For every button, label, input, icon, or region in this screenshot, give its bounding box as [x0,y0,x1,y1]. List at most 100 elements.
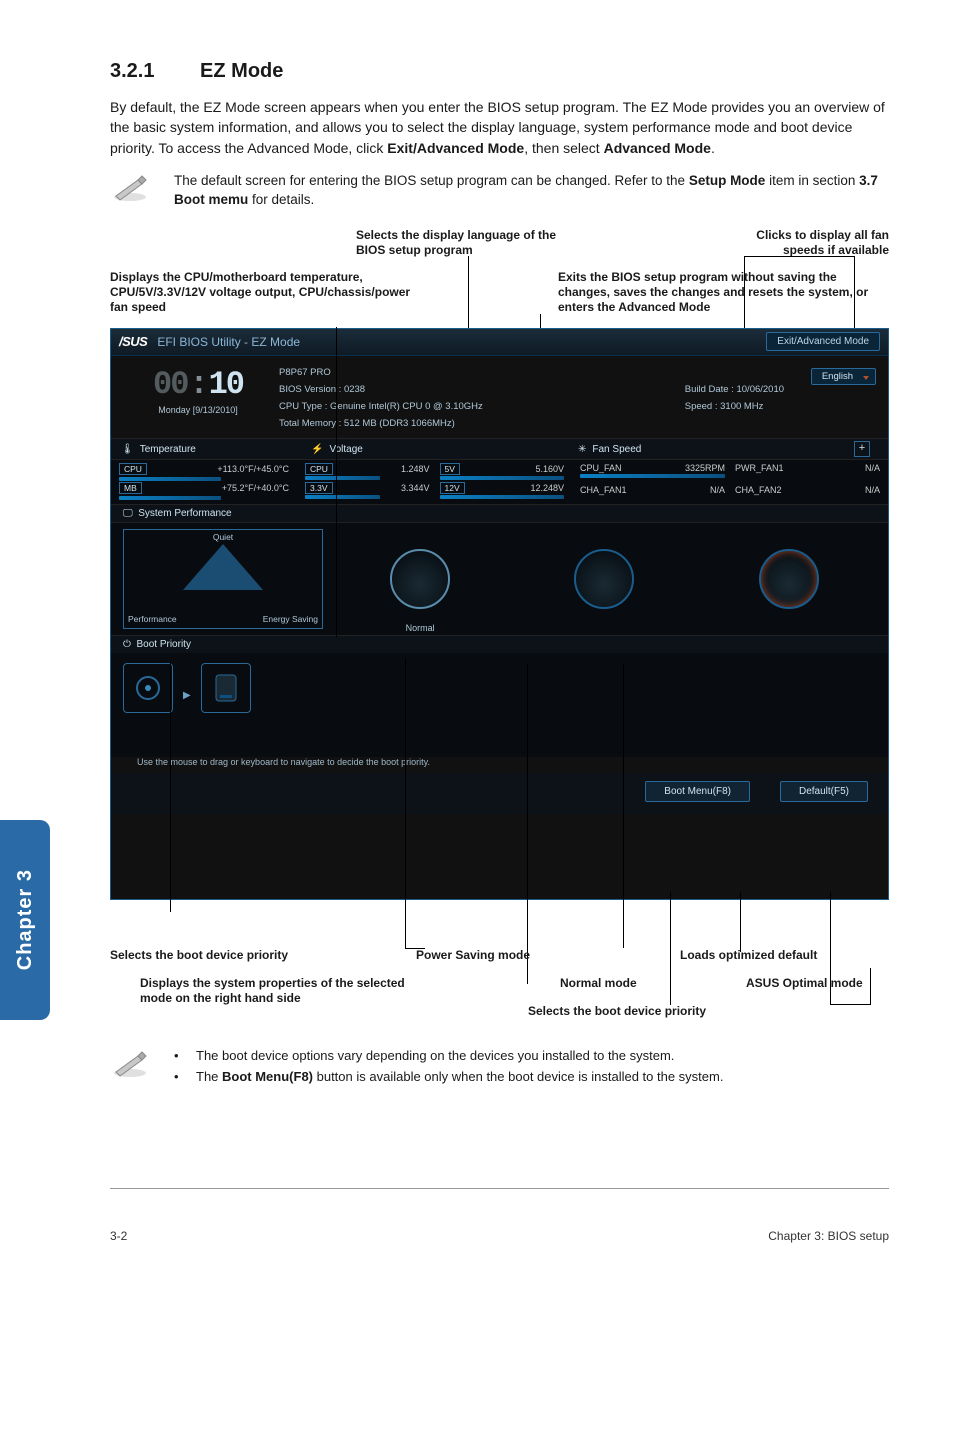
callout-sys-props: Displays the system properties of the se… [140,976,420,1006]
leader-line [854,256,855,338]
footer-chapter: Chapter 3: BIOS setup [768,1229,889,1243]
gauge-normal[interactable]: Normal [333,529,507,629]
bios-top-panel: 00:10 Monday [9/13/2010] P8P67 PRO BIOS … [111,356,888,438]
tip-row-2: • The boot device options vary depending… [110,1048,889,1090]
boot-menu-button[interactable]: Boot Menu(F8) [645,781,750,802]
power-icon: ⏻ [123,639,131,650]
fan-cpu-label: CPU_FAN [580,463,622,473]
tip-1-text: The default screen for entering the BIOS… [174,172,889,210]
section-heading: 3.2.1 EZ Mode [110,60,889,83]
volt-5v-val: 5.160V [535,464,564,474]
fan-header: Fan Speed [592,444,641,455]
thermometer-icon: 🌡 [121,444,134,455]
sys-perf-header: 🖵 System Performance [111,504,888,523]
volt-12v-label: 12V [440,482,465,494]
perf-performance: Performance [128,614,177,624]
leader-line [170,662,171,912]
callout-loads-default: Loads optimized default [680,948,817,963]
bios-clock: 00:10 [123,366,273,403]
pen-icon [110,1048,150,1078]
intro-paragraph: By default, the EZ Mode screen appears w… [110,97,889,158]
temp-header: Temperature [140,444,196,455]
temp-cpu-val: +113.0°F/+45.0°C [217,464,289,474]
language-button[interactable]: English [811,368,876,385]
leader-line [336,327,337,637]
perf-mode-selector[interactable]: Quiet Performance Energy Saving [123,529,323,629]
temp-mb-val: +75.2°F/+40.0°C [222,483,289,493]
note-item-1: • The boot device options vary depending… [174,1048,723,1063]
leader-line [623,664,624,948]
info-memory: Total Memory : 512 MB (DDR3 1066MHz) [279,415,575,432]
asus-logo: /SUS [119,334,147,349]
boot-device-1[interactable] [123,663,173,713]
perf-quiet: Quiet [213,532,233,542]
volt-cpu-label: CPU [305,463,333,475]
sys-perf-body: Quiet Performance Energy Saving Normal [111,523,888,635]
bolt-icon: ⚡ [311,444,323,455]
arrow-icon: ▶ [183,690,191,701]
boot-priority-body: ▶ [111,653,888,757]
boot-device-2[interactable] [201,663,251,713]
callout-asus-optimal: ASUS Optimal mode [746,976,863,991]
fan-icon: ✳ [578,444,586,455]
leader-line [405,658,406,948]
default-button[interactable]: Default(F5) [780,781,868,802]
footer-page-number: 3-2 [110,1229,127,1243]
info-speed: Speed : 3100 MHz [575,398,876,415]
info-cpu-type: CPU Type : Genuine Intel(R) CPU 0 @ 3.10… [279,398,575,415]
readings-row: CPU +113.0°F/+45.0°C MB +75.2°F/+40.0°C CP… [111,460,888,504]
note-1-text: The boot device options vary depending o… [196,1048,674,1063]
fan-pwr-label: PWR_FAN1 [735,463,784,473]
leader-line [744,256,854,257]
sys-perf-label: System Performance [138,508,231,519]
fan-pwr-val: N/A [865,463,880,473]
tip-row-1: The default screen for entering the BIOS… [110,172,889,210]
volt-33v-label: 3.3V [305,482,333,494]
fan-cha1-val: N/A [710,485,725,495]
gauge-third[interactable] [702,529,876,629]
volt-cpu-val: 1.248V [401,464,430,474]
volt-33v-val: 3.344V [401,483,430,493]
chapter-side-tab: Chapter 3 [0,820,50,1020]
callout-fanspeed: Clicks to display all fan speeds if avai… [719,228,889,258]
callout-right: Exits the BIOS setup program without sav… [558,270,878,315]
bios-title-text: EFI BIOS Utility - EZ Mode [157,335,300,349]
exit-advanced-button[interactable]: Exit/Advanced Mode [766,332,880,351]
fan-expand-button[interactable]: + [854,441,870,457]
callout-normal-mode: Normal mode [560,976,637,991]
pen-icon [110,172,150,202]
gauge-normal-label: Normal [406,623,435,633]
bios-date: Monday [9/13/2010] [123,405,273,415]
section-number: 3.2.1 [110,60,154,82]
volt-12v-val: 12.248V [530,483,564,493]
sensor-headers: 🌡 Temperature ⚡ Voltage ✳ Fan Speed + [111,438,888,460]
fan-cha2-val: N/A [865,485,880,495]
callout-power-saving: Power Saving mode [416,948,530,963]
callout-boot-priority-2: Selects the boot device priority [528,1004,706,1019]
volt-5v-label: 5V [440,463,460,475]
gauge-second[interactable] [517,529,691,629]
callout-left: Displays the CPU/motherboard temperature… [110,270,420,315]
temp-mb-label: MB [119,482,142,494]
boot-tip-text: Use the mouse to drag or keyboard to nav… [111,757,888,773]
callout-boot-priority: Selects the boot device priority [110,948,288,963]
bios-titlebar: /SUS EFI BIOS Utility - EZ Mode Exit/Adv… [111,329,888,356]
temp-cpu-label: CPU [119,463,147,475]
boot-priority-header: ⏻ Boot Priority [111,635,888,653]
info-bios-version: BIOS Version : 0238 [279,381,575,398]
voltage-header: Voltage [329,444,362,455]
note-2-text: The Boot Menu(F8) button is available on… [196,1069,723,1084]
fan-cpu-val: 3325RPM [685,463,725,473]
boot-priority-label: Boot Priority [136,639,190,650]
chapter-side-label: Chapter 3 [14,869,37,970]
info-model: P8P67 PRO [279,364,575,381]
perf-energy: Energy Saving [263,614,318,624]
monitor-icon: 🖵 [123,508,133,519]
fan-cha1-label: CHA_FAN1 [580,485,627,495]
callout-language: Selects the display language of the BIOS… [356,228,586,258]
page-footer: 3-2 Chapter 3: BIOS setup [0,1189,954,1263]
section-title: EZ Mode [200,60,283,82]
note-item-2: • The Boot Menu(F8) button is available … [174,1069,723,1084]
bottom-buttons: Boot Menu(F8) Default(F5) [111,773,888,814]
bios-screenshot: /SUS EFI BIOS Utility - EZ Mode Exit/Adv… [110,328,889,900]
